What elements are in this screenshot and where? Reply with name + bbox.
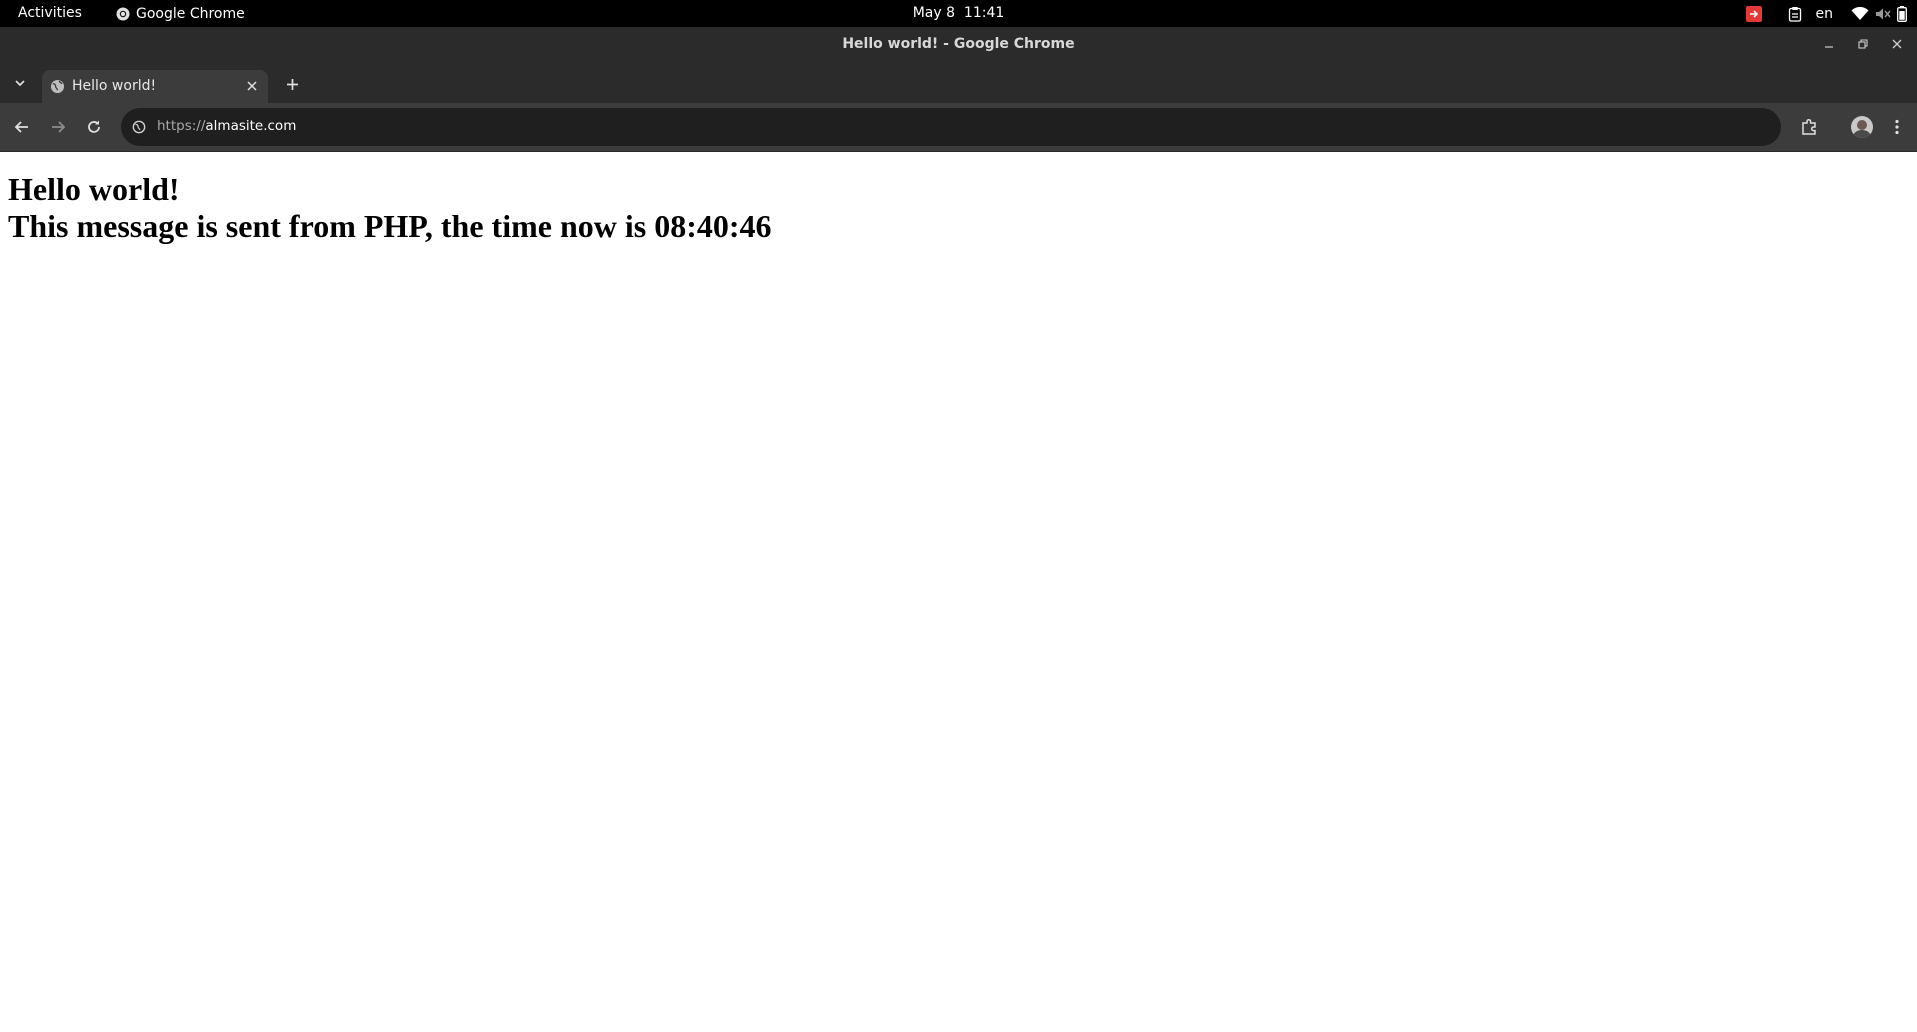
- tab-title: Hello world!: [72, 78, 157, 94]
- minimize-icon[interactable]: [1819, 34, 1839, 54]
- chrome-icon: [116, 7, 130, 21]
- url-text[interactable]: https://almasite.com: [157, 118, 296, 134]
- volume-muted-icon[interactable]: [1875, 0, 1891, 27]
- page-content: Hello world! This message is sent from P…: [0, 152, 1917, 1032]
- battery-icon[interactable]: [1897, 0, 1907, 27]
- back-arrow-icon[interactable]: [10, 115, 34, 139]
- url-scheme: https://: [157, 118, 206, 134]
- profile-button[interactable]: [1850, 115, 1874, 139]
- kebab-menu-icon[interactable]: [1885, 115, 1909, 139]
- page-heading: Hello world!: [8, 171, 180, 207]
- clock[interactable]: May 8 11:41: [913, 5, 1005, 21]
- plus-icon[interactable]: [280, 72, 304, 96]
- php-message: This message is sent from PHP, the time …: [8, 208, 772, 244]
- close-icon[interactable]: [242, 76, 262, 96]
- browser-toolbar: https://almasite.com: [0, 103, 1917, 152]
- forward-arrow-icon[interactable]: [46, 115, 70, 139]
- tab-hello-world[interactable]: Hello world!: [42, 70, 268, 103]
- wifi-icon[interactable]: [1851, 0, 1869, 27]
- avatar: [1851, 116, 1873, 138]
- address-bar[interactable]: https://almasite.com: [121, 108, 1781, 146]
- clipboard-icon[interactable]: [1788, 0, 1802, 27]
- system-tray[interactable]: en: [1745, 0, 1908, 27]
- url-host: almasite.com: [205, 118, 297, 134]
- globe-icon: [50, 79, 65, 98]
- close-icon[interactable]: [1887, 34, 1907, 54]
- app-name: Google Chrome: [136, 6, 245, 22]
- app-menu-button[interactable]: Google Chrome: [116, 4, 245, 24]
- site-info-icon[interactable]: [129, 117, 149, 137]
- tab-strip: Hello world!: [0, 63, 1917, 103]
- window-title: Hello world! - Google Chrome: [842, 36, 1075, 52]
- system-top-bar: Activities Google Chrome May 8 11:41 en: [0, 0, 1917, 27]
- screen-share-icon[interactable]: [1745, 0, 1762, 27]
- activities-button[interactable]: Activities: [18, 5, 82, 21]
- restore-icon[interactable]: [1853, 34, 1873, 54]
- chevron-down-icon[interactable]: [8, 71, 32, 95]
- window-title-bar[interactable]: Hello world! - Google Chrome: [0, 27, 1917, 63]
- extensions-icon[interactable]: [1797, 115, 1821, 139]
- language-indicator[interactable]: en: [1816, 6, 1834, 22]
- window-controls: [1819, 34, 1907, 54]
- reload-icon[interactable]: [82, 115, 106, 139]
